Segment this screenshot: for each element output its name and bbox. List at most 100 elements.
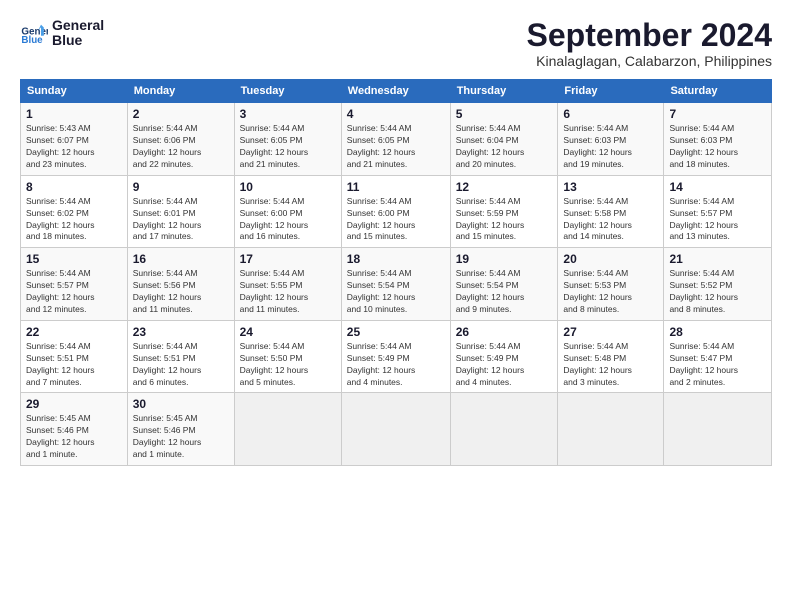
calendar-cell	[234, 393, 341, 466]
logo-line2: Blue	[52, 33, 104, 48]
day-number: 10	[240, 180, 336, 194]
day-info: Sunrise: 5:44 AMSunset: 5:49 PMDaylight:…	[347, 341, 445, 389]
day-number: 9	[133, 180, 229, 194]
calendar-week-row: 1 Sunrise: 5:43 AMSunset: 6:07 PMDaylight…	[21, 103, 772, 176]
calendar-cell: 3Sunrise: 5:44 AMSunset: 6:05 PMDaylight…	[234, 103, 341, 176]
day-number: 5	[456, 107, 553, 121]
calendar-cell: 16 Sunrise: 5:44 AMSunset: 5:56 PMDayligh…	[127, 248, 234, 321]
day-info: Sunrise: 5:44 AMSunset: 5:54 PMDaylight:…	[456, 268, 553, 316]
day-info: Sunrise: 5:44 AMSunset: 6:05 PMDaylight:…	[347, 123, 445, 171]
day-number: 17	[240, 252, 336, 266]
calendar-cell: 28 Sunrise: 5:44 AMSunset: 5:47 PMDayligh…	[664, 320, 772, 393]
calendar-cell: 15 Sunrise: 5:44 AMSunset: 5:57 PMDayligh…	[21, 248, 128, 321]
calendar-cell: 17Sunrise: 5:44 AMSunset: 5:55 PMDayligh…	[234, 248, 341, 321]
day-number: 15	[26, 252, 122, 266]
day-info: Sunrise: 5:44 AMSunset: 5:48 PMDaylight:…	[563, 341, 658, 389]
calendar-cell	[664, 393, 772, 466]
day-info: Sunrise: 5:44 AMSunset: 6:02 PMDaylight:…	[26, 196, 122, 244]
day-number: 7	[669, 107, 766, 121]
svg-text:Blue: Blue	[21, 35, 43, 46]
day-info: Sunrise: 5:44 AMSunset: 5:56 PMDaylight:…	[133, 268, 229, 316]
calendar-week-row: 22 Sunrise: 5:44 AMSunset: 5:51 PMDayligh…	[21, 320, 772, 393]
day-number: 22	[26, 325, 122, 339]
day-info: Sunrise: 5:44 AMSunset: 5:54 PMDaylight:…	[347, 268, 445, 316]
day-info: Sunrise: 5:44 AMSunset: 5:47 PMDaylight:…	[669, 341, 766, 389]
day-number: 25	[347, 325, 445, 339]
day-number: 18	[347, 252, 445, 266]
calendar-cell: 8 Sunrise: 5:44 AMSunset: 6:02 PMDaylight…	[21, 175, 128, 248]
calendar-cell	[450, 393, 558, 466]
calendar-cell: 9 Sunrise: 5:44 AMSunset: 6:01 PMDaylight…	[127, 175, 234, 248]
day-number: 11	[347, 180, 445, 194]
day-info: Sunrise: 5:43 AMSunset: 6:07 PMDaylight:…	[26, 123, 122, 171]
day-info: Sunrise: 5:44 AMSunset: 6:03 PMDaylight:…	[563, 123, 658, 171]
calendar-cell: 7 Sunrise: 5:44 AMSunset: 6:03 PMDaylight…	[664, 103, 772, 176]
day-number: 21	[669, 252, 766, 266]
day-number: 24	[240, 325, 336, 339]
header-thursday: Thursday	[450, 80, 558, 103]
calendar-cell: 2 Sunrise: 5:44 AMSunset: 6:06 PMDaylight…	[127, 103, 234, 176]
header-wednesday: Wednesday	[341, 80, 450, 103]
calendar-cell	[558, 393, 664, 466]
day-number: 28	[669, 325, 766, 339]
calendar-table: Sunday Monday Tuesday Wednesday Thursday…	[20, 79, 772, 466]
day-info: Sunrise: 5:44 AMSunset: 6:00 PMDaylight:…	[240, 196, 336, 244]
day-info: Sunrise: 5:44 AMSunset: 6:03 PMDaylight:…	[669, 123, 766, 171]
calendar-cell: 22 Sunrise: 5:44 AMSunset: 5:51 PMDayligh…	[21, 320, 128, 393]
header-monday: Monday	[127, 80, 234, 103]
calendar-cell: 4 Sunrise: 5:44 AMSunset: 6:05 PMDaylight…	[341, 103, 450, 176]
day-number: 16	[133, 252, 229, 266]
day-info: Sunrise: 5:44 AMSunset: 5:51 PMDaylight:…	[133, 341, 229, 389]
calendar-week-row: 15 Sunrise: 5:44 AMSunset: 5:57 PMDayligh…	[21, 248, 772, 321]
calendar-cell: 12Sunrise: 5:44 AMSunset: 5:59 PMDayligh…	[450, 175, 558, 248]
day-info: Sunrise: 5:44 AMSunset: 5:49 PMDaylight:…	[456, 341, 553, 389]
calendar-subtitle: Kinalaglagan, Calabarzon, Philippines	[527, 53, 772, 69]
header: General Blue General Blue September 2024…	[20, 18, 772, 69]
calendar-cell: 13 Sunrise: 5:44 AMSunset: 5:58 PMDayligh…	[558, 175, 664, 248]
day-number: 29	[26, 397, 122, 411]
header-saturday: Saturday	[664, 80, 772, 103]
logo-icon: General Blue	[20, 19, 48, 47]
day-number: 3	[240, 107, 336, 121]
day-info: Sunrise: 5:44 AMSunset: 6:06 PMDaylight:…	[133, 123, 229, 171]
day-info: Sunrise: 5:44 AMSunset: 5:58 PMDaylight:…	[563, 196, 658, 244]
day-number: 30	[133, 397, 229, 411]
day-info: Sunrise: 5:44 AMSunset: 6:01 PMDaylight:…	[133, 196, 229, 244]
calendar-cell: 1 Sunrise: 5:43 AMSunset: 6:07 PMDaylight…	[21, 103, 128, 176]
day-number: 1	[26, 107, 122, 121]
calendar-cell: 19 Sunrise: 5:44 AMSunset: 5:54 PMDayligh…	[450, 248, 558, 321]
day-info: Sunrise: 5:45 AMSunset: 5:46 PMDaylight:…	[26, 413, 122, 461]
day-number: 12	[456, 180, 553, 194]
day-info: Sunrise: 5:44 AMSunset: 6:04 PMDaylight:…	[456, 123, 553, 171]
logo-line1: General	[52, 18, 104, 33]
calendar-cell: 5 Sunrise: 5:44 AMSunset: 6:04 PMDaylight…	[450, 103, 558, 176]
day-info: Sunrise: 5:45 AMSunset: 5:46 PMDaylight:…	[133, 413, 229, 461]
header-friday: Friday	[558, 80, 664, 103]
day-number: 19	[456, 252, 553, 266]
calendar-cell: 20Sunrise: 5:44 AMSunset: 5:53 PMDayligh…	[558, 248, 664, 321]
calendar-cell: 27Sunrise: 5:44 AMSunset: 5:48 PMDayligh…	[558, 320, 664, 393]
header-tuesday: Tuesday	[234, 80, 341, 103]
day-number: 2	[133, 107, 229, 121]
calendar-cell: 6Sunrise: 5:44 AMSunset: 6:03 PMDaylight…	[558, 103, 664, 176]
calendar-cell: 30 Sunrise: 5:45 AMSunset: 5:46 PMDayligh…	[127, 393, 234, 466]
day-number: 13	[563, 180, 658, 194]
calendar-cell	[341, 393, 450, 466]
day-number: 4	[347, 107, 445, 121]
day-info: Sunrise: 5:44 AMSunset: 5:57 PMDaylight:…	[26, 268, 122, 316]
calendar-header-row: Sunday Monday Tuesday Wednesday Thursday…	[21, 80, 772, 103]
calendar-cell: 18 Sunrise: 5:44 AMSunset: 5:54 PMDayligh…	[341, 248, 450, 321]
day-info: Sunrise: 5:44 AMSunset: 5:57 PMDaylight:…	[669, 196, 766, 244]
day-info: Sunrise: 5:44 AMSunset: 5:51 PMDaylight:…	[26, 341, 122, 389]
day-info: Sunrise: 5:44 AMSunset: 5:52 PMDaylight:…	[669, 268, 766, 316]
day-number: 8	[26, 180, 122, 194]
title-block: September 2024 Kinalaglagan, Calabarzon,…	[527, 18, 772, 69]
header-sunday: Sunday	[21, 80, 128, 103]
day-info: Sunrise: 5:44 AMSunset: 5:50 PMDaylight:…	[240, 341, 336, 389]
day-number: 20	[563, 252, 658, 266]
page: General Blue General Blue September 2024…	[0, 0, 792, 612]
day-info: Sunrise: 5:44 AMSunset: 6:00 PMDaylight:…	[347, 196, 445, 244]
calendar-week-row: 8 Sunrise: 5:44 AMSunset: 6:02 PMDaylight…	[21, 175, 772, 248]
calendar-cell: 14Sunrise: 5:44 AMSunset: 5:57 PMDayligh…	[664, 175, 772, 248]
calendar-cell: 29 Sunrise: 5:45 AMSunset: 5:46 PMDayligh…	[21, 393, 128, 466]
